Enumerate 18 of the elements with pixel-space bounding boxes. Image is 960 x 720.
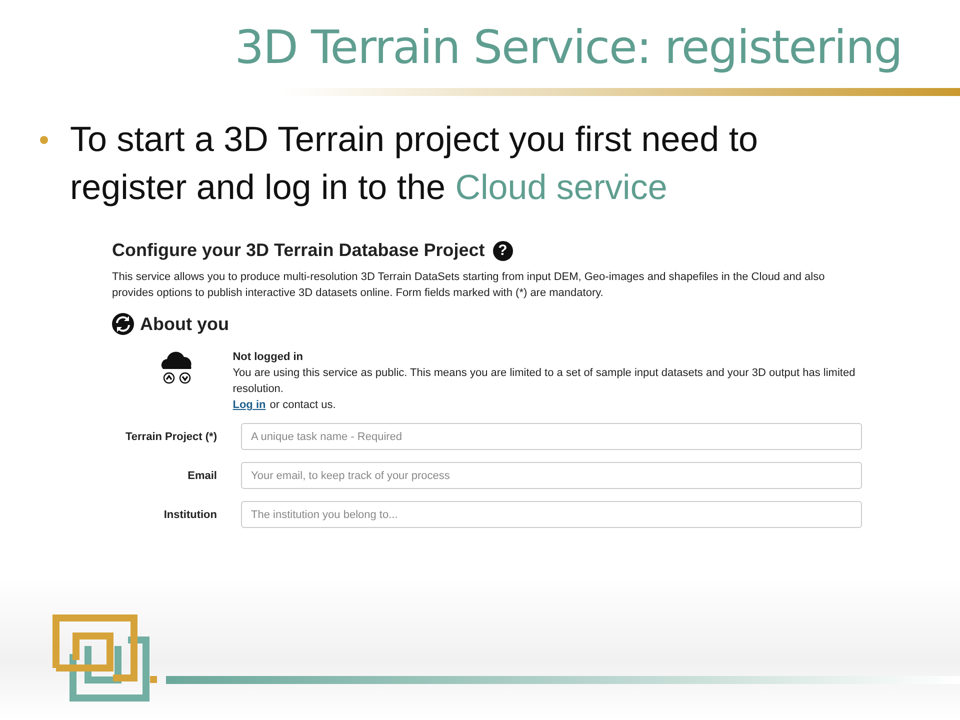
text-field[interactable]: Your email, to keep track of your process: [241, 462, 862, 489]
status-title: Not logged in: [232, 350, 304, 365]
log-in-link[interactable]: Log in: [232, 397, 266, 413]
contact-text: or contact us.: [270, 398, 336, 413]
status-message: You are using this service as public. This means you are limited to a set of sample input datasets and your 3D output has limited resolution.: [232, 366, 856, 397]
field-label: Institution: [162, 508, 217, 520]
bullet-text: To start a 3D Terrain project you first need to register and log in to the Cloud service: [70, 119, 760, 209]
field-label: Terrain Project (*): [124, 430, 217, 442]
form-heading: Configure your 3D Terrain Database Project: [112, 240, 485, 261]
slide-title: 3D Terrain Service: registering: [234, 19, 902, 76]
intro-text: This service allows you to produce multi-resolution 3D Terrain DataSets starting from input DEM, Geo-images and shapefiles in the Cloud and also provides options to publish interactive 3D datasets online. Form fields marked with (*) are mandatory.: [112, 270, 826, 301]
help-icon[interactable]: ?: [492, 240, 513, 260]
refresh-icon: [112, 313, 134, 335]
field-label: Email: [186, 470, 217, 482]
section-heading: About you: [140, 314, 229, 334]
text-field[interactable]: The institution you belong to...: [241, 501, 862, 528]
bullet-icon: [40, 136, 48, 144]
text-field[interactable]: A unique task name - Required: [241, 423, 862, 450]
